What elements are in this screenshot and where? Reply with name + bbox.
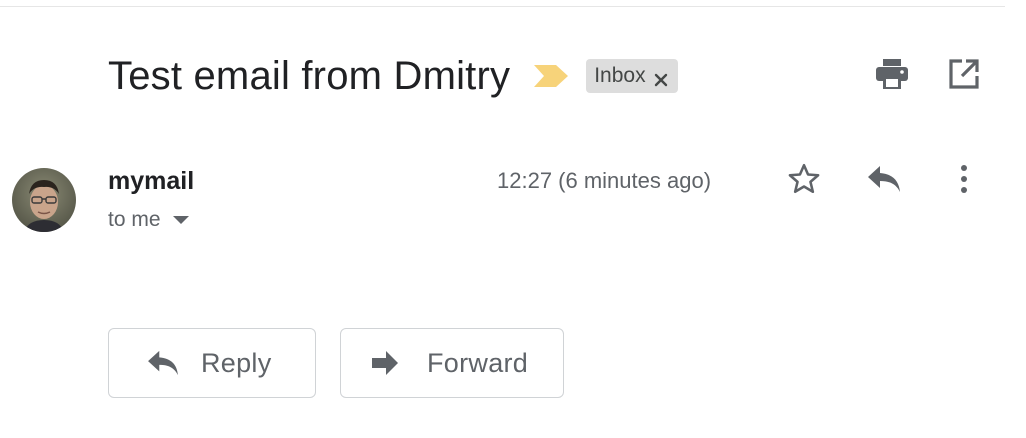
- label-chip-inbox[interactable]: Inbox: [586, 59, 678, 93]
- more-vert-icon: [959, 163, 969, 200]
- star-icon: [786, 161, 822, 202]
- subject-row: Test email from Dmitry Inbox: [108, 50, 678, 102]
- more-options-button[interactable]: [944, 161, 984, 201]
- reply-icon-button[interactable]: [864, 161, 904, 201]
- email-view: Test email from Dmitry Inbox mymail to m…: [0, 0, 1026, 438]
- open-in-new-window-icon: [948, 58, 980, 95]
- open-in-new-window-button[interactable]: [944, 58, 984, 94]
- message-timestamp: 12:27 (6 minutes ago): [497, 168, 712, 193]
- forward-button[interactable]: Forward: [340, 328, 564, 398]
- reply-button[interactable]: Reply: [108, 328, 316, 398]
- star-button[interactable]: [784, 161, 824, 201]
- reply-button-label: Reply: [201, 347, 272, 378]
- recipient-text: to me: [108, 208, 161, 231]
- email-subject: Test email from Dmitry: [108, 54, 511, 98]
- forward-button-label: Forward: [427, 347, 529, 378]
- importance-marker-icon[interactable]: [534, 65, 569, 87]
- print-icon: [875, 58, 909, 95]
- chevron-down-icon: [172, 216, 189, 224]
- forward-icon: [367, 347, 403, 379]
- reply-icon: [145, 347, 181, 379]
- reply-icon: [866, 164, 902, 199]
- top-divider: [0, 6, 1005, 7]
- print-button[interactable]: [872, 58, 912, 94]
- label-chip-text: Inbox: [594, 64, 646, 87]
- close-icon[interactable]: [654, 69, 668, 87]
- recipient-details-toggle[interactable]: to me: [108, 206, 189, 234]
- sender-name[interactable]: mymail: [108, 166, 194, 196]
- avatar[interactable]: [12, 168, 76, 232]
